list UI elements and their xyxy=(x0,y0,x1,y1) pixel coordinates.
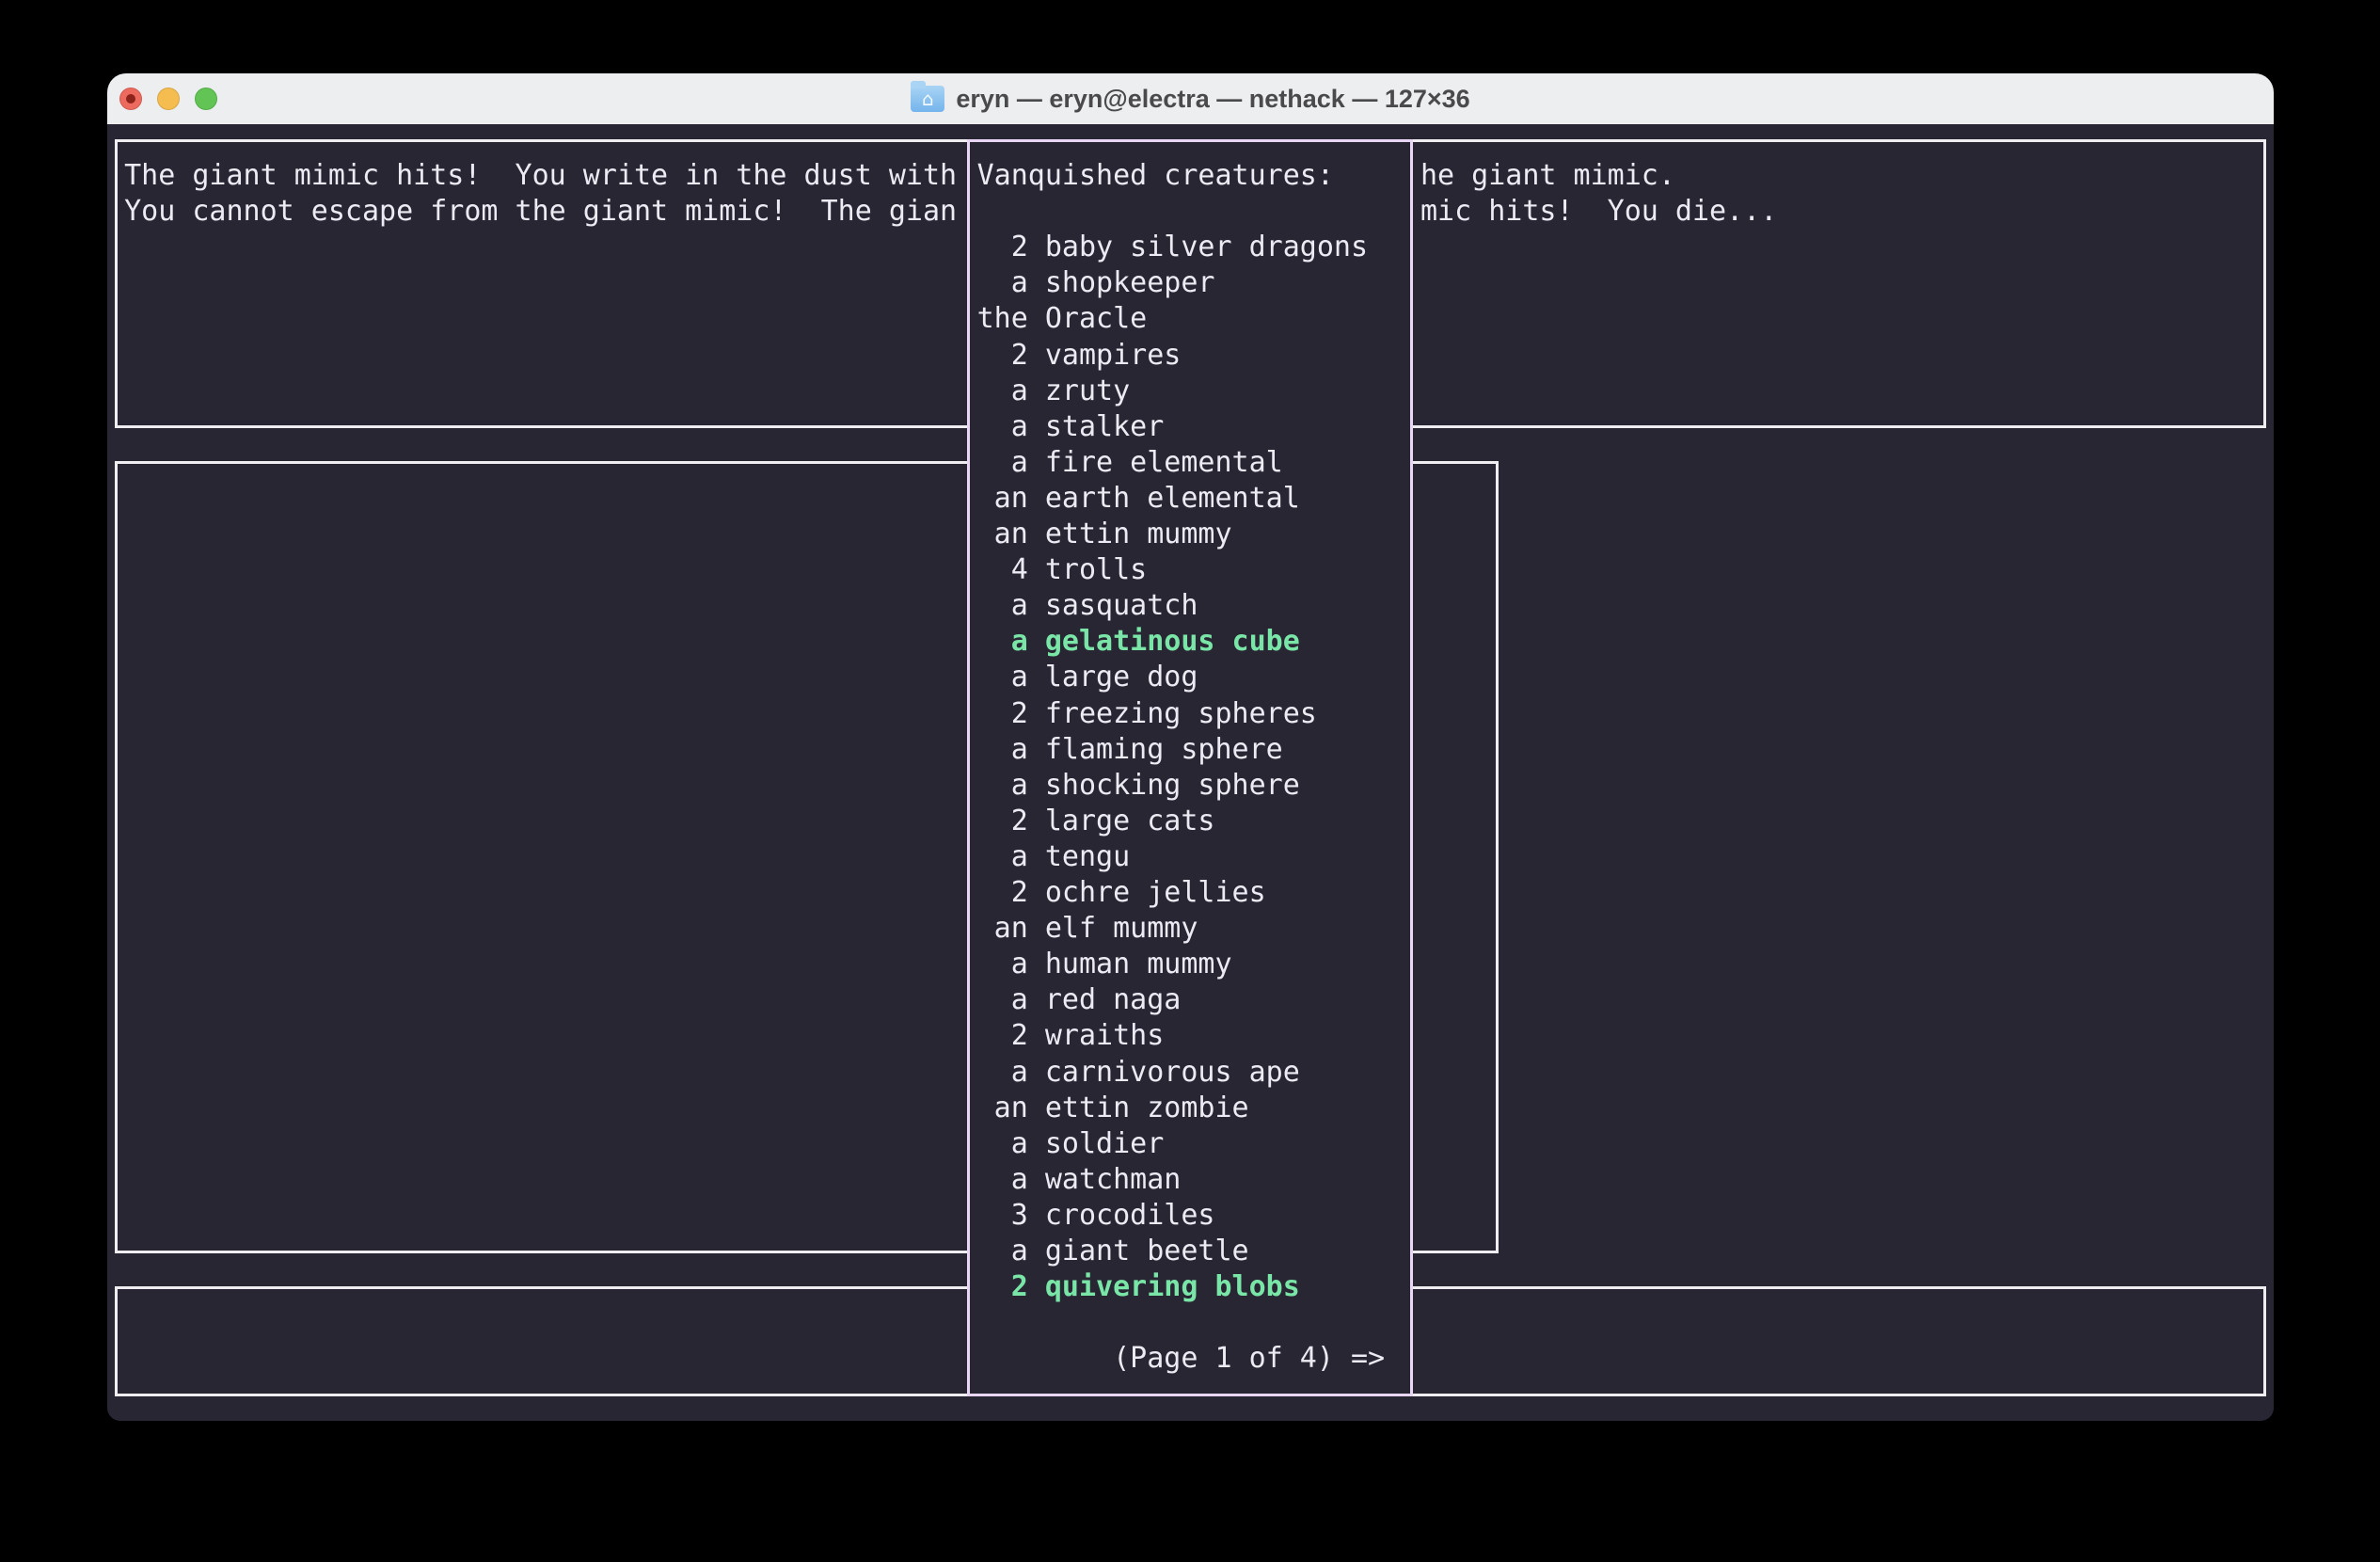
menu-item: a stalker xyxy=(977,409,1165,445)
desktop: { "window": { "title": "eryn — eryn@elec… xyxy=(0,0,2380,1562)
menu-title: Vanquished creatures: xyxy=(977,158,1334,194)
window-controls xyxy=(119,73,217,124)
menu-item: 2 vampires xyxy=(977,338,1182,374)
message-line-1-left: The giant mimic hits! You write in the d… xyxy=(124,158,957,194)
folder-icon: ⌂ xyxy=(911,86,944,112)
terminal-window: ⌂ eryn — eryn@electra — nethack — 127×36… xyxy=(107,73,2274,1421)
menu-item: 2 quivering blobs xyxy=(977,1269,1300,1305)
zoom-button[interactable] xyxy=(195,88,217,110)
menu-item: 3 crocodiles xyxy=(977,1198,1215,1234)
vanquished-menu-window: Vanquished creatures: (Page 1 of 4) => 2… xyxy=(967,139,1413,1397)
menu-item: a flaming sphere xyxy=(977,732,1283,768)
menu-item: the Oracle xyxy=(977,301,1148,337)
menu-item: 2 baby silver dragons xyxy=(977,230,1368,265)
title-bar[interactable]: ⌂ eryn — eryn@electra — nethack — 127×36 xyxy=(107,73,2274,124)
menu-item: a red naga xyxy=(977,982,1182,1018)
menu-item: a watchman xyxy=(977,1162,1182,1198)
title-group: ⌂ eryn — eryn@electra — nethack — 127×36 xyxy=(911,85,1469,114)
menu-item: a large dog xyxy=(977,660,1198,695)
menu-pagination: (Page 1 of 4) => xyxy=(977,1341,1385,1377)
menu-item: a human mummy xyxy=(977,947,1232,982)
menu-item: 2 freezing spheres xyxy=(977,696,1317,732)
message-line-2-left: You cannot escape from the giant mimic! … xyxy=(124,194,957,230)
menu-item: a soldier xyxy=(977,1126,1165,1162)
menu-item: a zruty xyxy=(977,374,1131,409)
menu-item: 2 wraiths xyxy=(977,1018,1165,1054)
menu-item: 4 trolls xyxy=(977,552,1148,588)
menu-item: 2 ochre jellies xyxy=(977,875,1266,911)
menu-item: a tengu xyxy=(977,839,1131,875)
close-button[interactable] xyxy=(119,88,142,110)
menu-item: 2 large cats xyxy=(977,804,1215,839)
menu-item: a sasquatch xyxy=(977,588,1198,624)
menu-item: an ettin zombie xyxy=(977,1091,1249,1126)
menu-item: a giant beetle xyxy=(977,1234,1249,1269)
close-dot-icon xyxy=(126,94,135,104)
menu-item: a shopkeeper xyxy=(977,265,1215,301)
terminal-screen[interactable]: The giant mimic hits! You write in the d… xyxy=(107,124,2274,1421)
message-line-2-right: mic hits! You die... xyxy=(1420,194,1777,230)
menu-item: a shocking sphere xyxy=(977,768,1300,804)
menu-item: an ettin mummy xyxy=(977,517,1232,552)
menu-item: a fire elemental xyxy=(977,445,1283,481)
minimize-button[interactable] xyxy=(157,88,180,110)
menu-item: an earth elemental xyxy=(977,481,1300,517)
menu-item: a gelatinous cube xyxy=(977,624,1300,660)
menu-item: a carnivorous ape xyxy=(977,1055,1300,1091)
home-icon: ⌂ xyxy=(922,89,934,108)
message-line-1-right: he giant mimic. xyxy=(1420,158,1675,194)
window-title: eryn — eryn@electra — nethack — 127×36 xyxy=(956,85,1469,114)
menu-item: an elf mummy xyxy=(977,911,1198,947)
